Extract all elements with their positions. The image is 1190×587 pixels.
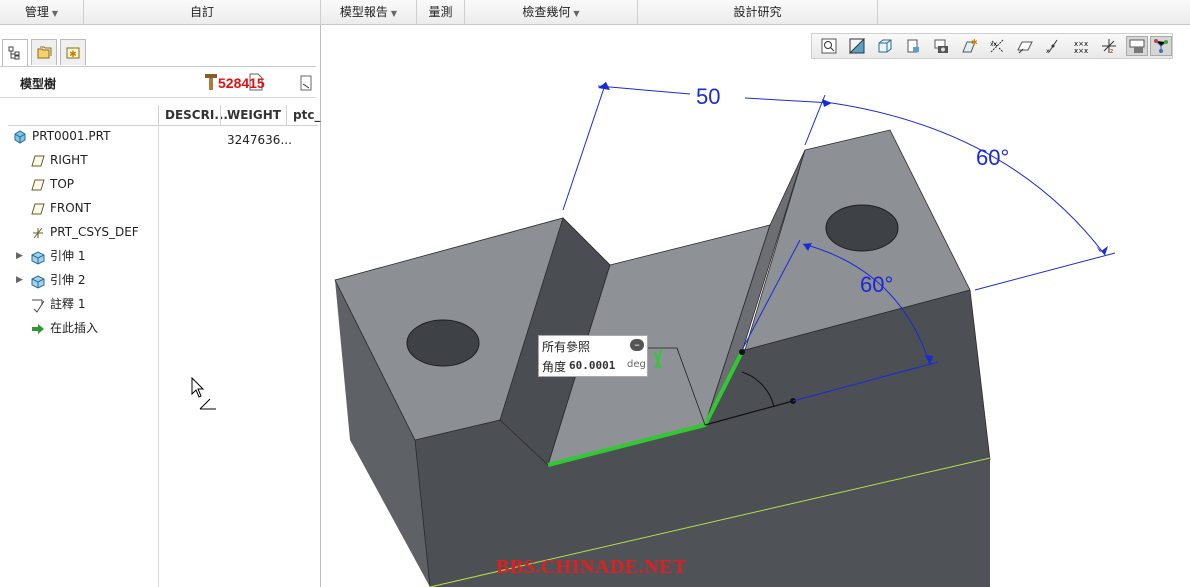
annotation-display-icon bbox=[1129, 39, 1145, 53]
popup-title: 所有參照 bbox=[542, 340, 591, 354]
angle-unit: deg bbox=[627, 359, 646, 370]
datum-display-icon: ✱ bbox=[962, 38, 977, 53]
annotation-display-button[interactable] bbox=[1126, 36, 1148, 56]
zoom-button[interactable] bbox=[818, 36, 840, 56]
svg-text:x: x bbox=[1046, 48, 1050, 54]
collapse-icon[interactable]: – bbox=[630, 339, 644, 351]
saved-views-icon bbox=[907, 39, 919, 53]
camera-button[interactable] bbox=[930, 36, 952, 56]
shading-button[interactable] bbox=[846, 36, 868, 56]
dimension-angle-outer[interactable]: 60° bbox=[976, 145, 1009, 170]
spin-center-button[interactable]: z bbox=[1098, 36, 1120, 56]
point-display-icon: x bbox=[1046, 39, 1058, 54]
box-view-button[interactable] bbox=[874, 36, 896, 56]
spin-center-icon: z bbox=[1102, 39, 1116, 54]
point-display-button[interactable]: x bbox=[1042, 36, 1064, 56]
dimension-angle-inner[interactable]: 60° bbox=[860, 272, 893, 297]
box-view-icon bbox=[878, 39, 892, 53]
model-graphics: 50 60° 60° bbox=[334, 81, 1116, 587]
csys-display-button[interactable]: x×x x×x bbox=[1070, 36, 1092, 56]
svg-text:z: z bbox=[1110, 48, 1113, 54]
dimension-length[interactable]: 50 bbox=[696, 84, 720, 109]
plane-display-icon bbox=[1017, 41, 1033, 54]
svg-text:x×x: x×x bbox=[1074, 47, 1088, 54]
model-tree-filter-icon bbox=[1154, 39, 1168, 53]
dimension-edit-popup: 所有參照 – 角度 60.0001 deg bbox=[538, 335, 648, 377]
model-tree-filter-button[interactable] bbox=[1150, 36, 1172, 56]
csys-display-icon: x×xx×x bbox=[1074, 40, 1088, 54]
hole-left bbox=[406, 319, 480, 367]
zoom-icon bbox=[821, 38, 837, 54]
popup-angle-label: 角度 bbox=[542, 360, 567, 374]
angle-value-input[interactable]: 60.0001 bbox=[569, 357, 623, 375]
view-toolbar: ✱ xx x x×x x×x z bbox=[811, 33, 1173, 59]
svg-text:xx: xx bbox=[990, 41, 998, 48]
saved-views-button[interactable] bbox=[902, 36, 924, 56]
camera-icon bbox=[934, 39, 948, 53]
axis-display-button[interactable]: xx bbox=[986, 36, 1008, 56]
shading-icon bbox=[849, 38, 865, 54]
datum-display-button[interactable]: ✱ bbox=[958, 36, 980, 56]
plane-display-button[interactable] bbox=[1014, 36, 1036, 56]
watermark: BBS.CHINADE.NET bbox=[496, 556, 687, 578]
axis-display-icon: xx bbox=[990, 39, 1004, 53]
hole-right bbox=[825, 204, 899, 252]
svg-text:✱: ✱ bbox=[971, 38, 977, 47]
